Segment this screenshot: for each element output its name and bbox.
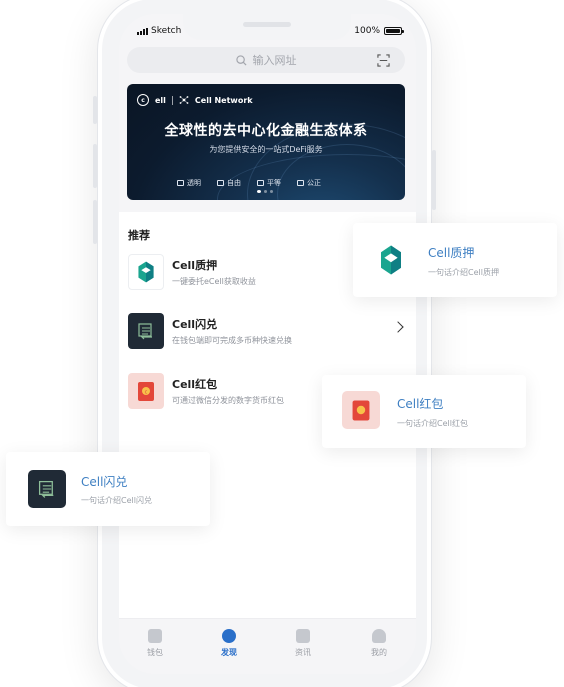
wallet-icon: [148, 629, 162, 643]
item-name: Cell闪兑: [172, 318, 218, 331]
tab-news[interactable]: 资讯: [273, 629, 333, 658]
pledge-icon: [371, 240, 411, 280]
svg-text:c: c: [145, 390, 148, 396]
news-icon: [296, 629, 310, 643]
card-desc: 一句话介绍Cell闪兑: [81, 496, 152, 505]
volume-down-button: [93, 200, 97, 244]
search-placeholder: 输入网址: [252, 54, 297, 67]
card-desc: 一句话介绍Cell质押: [428, 268, 499, 277]
card-desc: 一句话介绍Cell红包: [397, 419, 468, 428]
tab-label: 资讯: [295, 648, 311, 657]
chevron-right-icon[interactable]: [392, 321, 404, 333]
equality-icon: [257, 180, 264, 186]
signal-icon: [137, 27, 148, 35]
volume-button: [93, 96, 97, 124]
transparent-icon: [177, 180, 184, 186]
feature-card-pledge[interactable]: Cell质押 一句话介绍Cell质押: [353, 223, 557, 297]
search-icon: [235, 54, 247, 66]
feature-freedom: 自由: [217, 178, 241, 188]
red-packet-icon: c: [128, 373, 164, 409]
item-name: Cell红包: [172, 378, 218, 391]
cell-wallet-logo: c: [137, 94, 149, 106]
feature-fairness: 公正: [297, 178, 321, 188]
status-bar: Sketch 100%: [119, 24, 416, 40]
section-title: 推荐: [128, 229, 150, 242]
search-input[interactable]: 输入网址: [127, 47, 405, 73]
banner-brand-right: Cell Network: [194, 95, 253, 105]
banner-features: 透明 自由 平等 公正: [177, 178, 321, 188]
fairness-icon: [297, 180, 304, 186]
card-title: Cell质押: [428, 246, 475, 260]
card-title: Cell闪兑: [81, 475, 128, 489]
scan-icon[interactable]: [377, 54, 390, 67]
pledge-icon: [128, 254, 164, 290]
profile-icon: [372, 629, 386, 643]
network-icon: [179, 96, 189, 104]
logo-divider: [171, 95, 173, 105]
volume-up-button: [93, 144, 97, 188]
banner-brand-left: ell: [155, 95, 166, 105]
tab-label: 钱包: [147, 648, 163, 657]
battery-percent: 100%: [354, 26, 380, 36]
phone-screen: Sketch 100% 输入网址 c ell Cell Network 全球性的…: [119, 14, 416, 674]
feature-card-red-packet[interactable]: Cell红包 一句话介绍Cell红包: [322, 375, 526, 448]
flash-swap-icon: [128, 313, 164, 349]
list-item-flash-swap[interactable]: Cell闪兑 在钱包端即可完成多币种快速兑换: [128, 313, 408, 353]
banner-title: 全球性的去中心化金融生态体系: [164, 123, 368, 139]
banner-logo: c ell Cell Network: [137, 94, 253, 106]
battery-icon: [384, 27, 404, 35]
tab-wallet[interactable]: 钱包: [125, 629, 185, 658]
tab-bar: 钱包 发现 资讯 我的: [119, 618, 416, 674]
item-name: Cell质押: [172, 259, 218, 272]
item-desc: 可通过微信分发的数字货币红包: [172, 396, 284, 405]
flash-swap-icon: [28, 470, 66, 508]
feature-transparent: 透明: [177, 178, 201, 188]
feature-card-flash-swap[interactable]: Cell闪兑 一句话介绍Cell闪兑: [6, 452, 210, 526]
banner-subtitle: 为您提供安全的一站式DeFi服务: [209, 145, 323, 154]
compass-icon: [222, 629, 236, 643]
carousel-dots[interactable]: [257, 190, 273, 193]
item-desc: 一键委托eCell获取收益: [172, 277, 256, 286]
freedom-icon: [217, 180, 224, 186]
tab-label: 我的: [371, 648, 387, 657]
tab-profile[interactable]: 我的: [349, 629, 409, 658]
item-desc: 在钱包端即可完成多币种快速兑换: [172, 336, 292, 345]
promo-banner[interactable]: c ell Cell Network 全球性的去中心化金融生态体系 为您提供安全…: [127, 84, 405, 200]
red-packet-icon: [342, 391, 380, 429]
card-title: Cell红包: [397, 397, 444, 411]
feature-equality: 平等: [257, 178, 281, 188]
power-button: [432, 150, 436, 210]
carrier-label: Sketch: [151, 26, 182, 36]
tab-discover[interactable]: 发现: [199, 629, 259, 658]
tab-label: 发现: [221, 648, 237, 657]
promo-stage: Sketch 100% 输入网址 c ell Cell Network 全球性的…: [0, 0, 564, 687]
